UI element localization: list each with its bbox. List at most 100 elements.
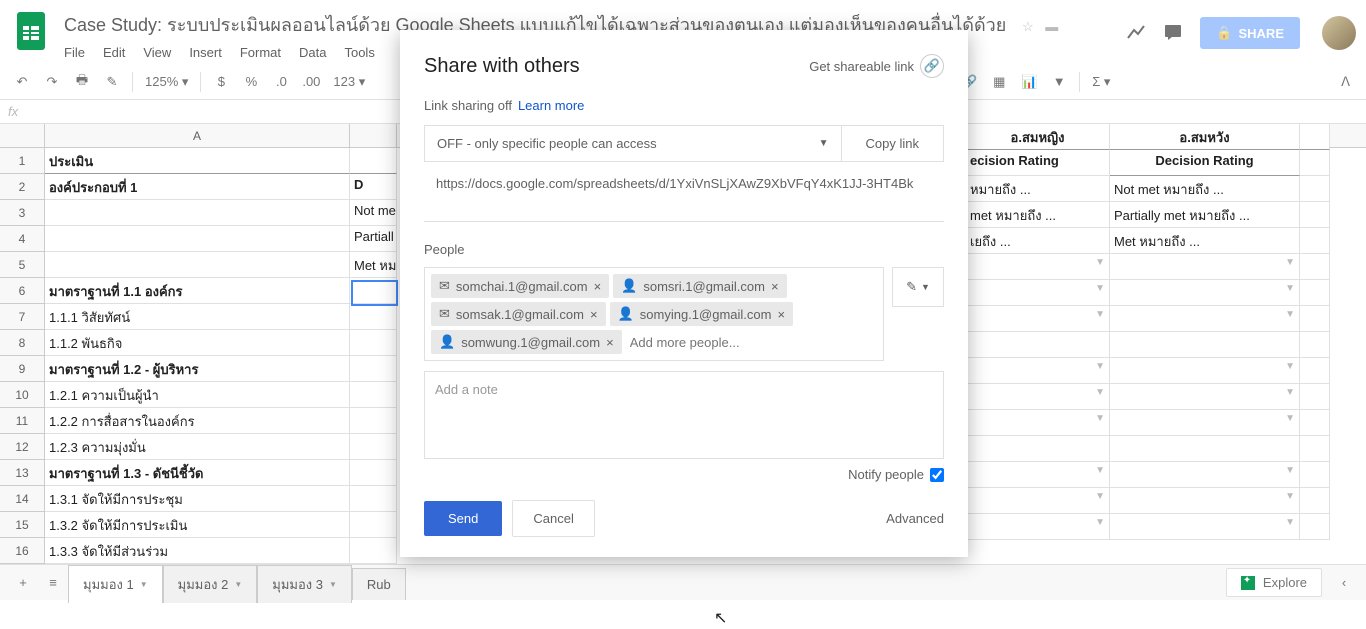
cell[interactable] bbox=[1300, 228, 1330, 254]
email-chip[interactable]: 👤somwung.1@gmail.com× bbox=[431, 330, 622, 354]
functions-icon[interactable]: Σ ▾ bbox=[1086, 74, 1116, 90]
zoom-select[interactable]: 125% ▾ bbox=[139, 74, 194, 90]
cell[interactable] bbox=[350, 382, 397, 408]
cell-dropdown[interactable]: ▼ bbox=[1110, 358, 1300, 384]
cell[interactable]: มาตราฐานที่ 1.1 องค์กร bbox=[45, 278, 350, 304]
email-chip[interactable]: 👤somying.1@gmail.com× bbox=[610, 302, 793, 326]
cell[interactable]: Partially met หมายถึง ... bbox=[1110, 202, 1300, 228]
cell[interactable]: 1.3.3 จัดให้มีส่วนร่วม bbox=[45, 538, 350, 564]
cell[interactable] bbox=[350, 512, 397, 538]
dec-increase-icon[interactable]: .00 bbox=[297, 68, 325, 96]
cell[interactable]: 1.3.2 จัดให้มีการประเมิน bbox=[45, 512, 350, 538]
row-header[interactable]: 1 bbox=[0, 148, 45, 174]
cell[interactable] bbox=[350, 486, 397, 512]
remove-chip-icon[interactable]: × bbox=[777, 307, 785, 322]
tab-menu-icon[interactable]: ▼ bbox=[329, 580, 337, 589]
menu-view[interactable]: View bbox=[143, 45, 171, 60]
share-button[interactable]: 🔒 SHARE bbox=[1200, 17, 1300, 49]
active-cell[interactable] bbox=[351, 280, 398, 306]
avatar[interactable] bbox=[1322, 16, 1356, 50]
copy-link-button[interactable]: Copy link bbox=[841, 126, 943, 161]
cell[interactable]: ประเมิน bbox=[45, 148, 350, 174]
cell-dropdown[interactable]: ▼ bbox=[965, 254, 1110, 280]
percent-icon[interactable]: % bbox=[237, 68, 265, 96]
cell[interactable]: อ.สมหวัง bbox=[1110, 124, 1300, 150]
cell[interactable]: Partiall bbox=[350, 226, 397, 252]
sheet-tab-active[interactable]: มุมมอง 1▼ bbox=[68, 565, 163, 603]
cell[interactable] bbox=[350, 148, 397, 174]
send-button[interactable]: Send bbox=[424, 501, 502, 536]
sheet-tab[interactable]: มุมมอง 3▼ bbox=[257, 565, 352, 603]
cell[interactable]: องค์ประกอบที่ 1 bbox=[45, 174, 350, 200]
cell-dropdown[interactable]: ▼ bbox=[965, 358, 1110, 384]
cell[interactable] bbox=[350, 460, 397, 486]
learn-more-link[interactable]: Learn more bbox=[518, 98, 584, 113]
cell-dropdown[interactable]: ▼ bbox=[965, 384, 1110, 410]
cell[interactable] bbox=[350, 434, 397, 460]
remove-chip-icon[interactable]: × bbox=[590, 307, 598, 322]
cell[interactable] bbox=[1300, 488, 1330, 514]
remove-chip-icon[interactable]: × bbox=[594, 279, 602, 294]
currency-icon[interactable]: $ bbox=[207, 68, 235, 96]
cell[interactable] bbox=[45, 226, 350, 252]
cell[interactable] bbox=[1300, 176, 1330, 202]
menu-edit[interactable]: Edit bbox=[103, 45, 125, 60]
row-header[interactable]: 11 bbox=[0, 408, 45, 434]
cell[interactable] bbox=[1110, 332, 1300, 358]
menu-data[interactable]: Data bbox=[299, 45, 326, 60]
all-sheets-icon[interactable]: ≡ bbox=[38, 575, 68, 590]
star-icon[interactable]: ☆ bbox=[1022, 19, 1034, 34]
cell-dropdown[interactable]: ▼ bbox=[1110, 488, 1300, 514]
row-header[interactable]: 5 bbox=[0, 252, 45, 278]
cell[interactable]: 1.3.1 จัดให้มีการประชุม bbox=[45, 486, 350, 512]
cell[interactable]: 1.1.1 วิสัยทัศน์ bbox=[45, 304, 350, 330]
cell[interactable] bbox=[1300, 124, 1330, 150]
comments-icon[interactable] bbox=[1164, 23, 1182, 44]
cell-dropdown[interactable]: ▼ bbox=[1110, 254, 1300, 280]
row-header[interactable]: 12 bbox=[0, 434, 45, 460]
cell-dropdown[interactable]: ▼ bbox=[1110, 410, 1300, 436]
cell-dropdown[interactable]: ▼ bbox=[1110, 306, 1300, 332]
print-icon[interactable]: 🖶 bbox=[68, 68, 96, 96]
select-all-corner[interactable] bbox=[0, 124, 45, 147]
cell[interactable]: อ.สมหญิง bbox=[965, 124, 1110, 150]
cell[interactable]: 1.1.2 พันธกิจ bbox=[45, 330, 350, 356]
cell[interactable] bbox=[965, 436, 1110, 462]
cell-dropdown[interactable]: ▼ bbox=[1110, 384, 1300, 410]
nav-left-icon[interactable]: ‹ bbox=[1330, 575, 1358, 590]
cell-dropdown[interactable]: ▼ bbox=[965, 488, 1110, 514]
menu-insert[interactable]: Insert bbox=[189, 45, 222, 60]
cell-dropdown[interactable]: ▼ bbox=[965, 410, 1110, 436]
cancel-button[interactable]: Cancel bbox=[512, 500, 594, 537]
cell[interactable]: ecision Rating bbox=[965, 150, 1110, 176]
row-header[interactable]: 9 bbox=[0, 356, 45, 382]
row-header[interactable]: 7 bbox=[0, 304, 45, 330]
explore-button[interactable]: Explore bbox=[1226, 568, 1322, 597]
cell[interactable] bbox=[1300, 202, 1330, 228]
email-chip[interactable]: ✉somchai.1@gmail.com× bbox=[431, 274, 609, 298]
cell[interactable] bbox=[45, 252, 350, 278]
cell-dropdown[interactable]: ▼ bbox=[965, 306, 1110, 332]
cell[interactable]: Decision Rating bbox=[1110, 150, 1300, 176]
paint-icon[interactable]: ✎ bbox=[98, 68, 126, 96]
cell[interactable] bbox=[1300, 332, 1330, 358]
email-chip[interactable]: 👤somsri.1@gmail.com× bbox=[613, 274, 786, 298]
cell[interactable] bbox=[1300, 358, 1330, 384]
row-header[interactable]: 8 bbox=[0, 330, 45, 356]
sheet-tab[interactable]: Rub bbox=[352, 568, 406, 600]
cell[interactable]: Not me bbox=[350, 200, 397, 226]
advanced-link[interactable]: Advanced bbox=[886, 511, 944, 526]
cell[interactable] bbox=[350, 538, 397, 564]
col-header-a[interactable]: A bbox=[45, 124, 350, 147]
share-url[interactable]: https://docs.google.com/spreadsheets/d/1… bbox=[424, 166, 944, 201]
cell[interactable]: Met หม bbox=[350, 252, 397, 278]
col-header-b[interactable] bbox=[350, 124, 397, 147]
trend-icon[interactable] bbox=[1126, 24, 1146, 43]
sheet-tab[interactable]: มุมมอง 2▼ bbox=[163, 565, 258, 603]
cell[interactable] bbox=[1300, 254, 1330, 280]
row-header[interactable]: 14 bbox=[0, 486, 45, 512]
cell[interactable] bbox=[1300, 462, 1330, 488]
row-header[interactable]: 16 bbox=[0, 538, 45, 564]
cell[interactable]: มาตราฐานที่ 1.3 - ดัชนีชี้วัด bbox=[45, 460, 350, 486]
cell[interactable] bbox=[350, 330, 397, 356]
